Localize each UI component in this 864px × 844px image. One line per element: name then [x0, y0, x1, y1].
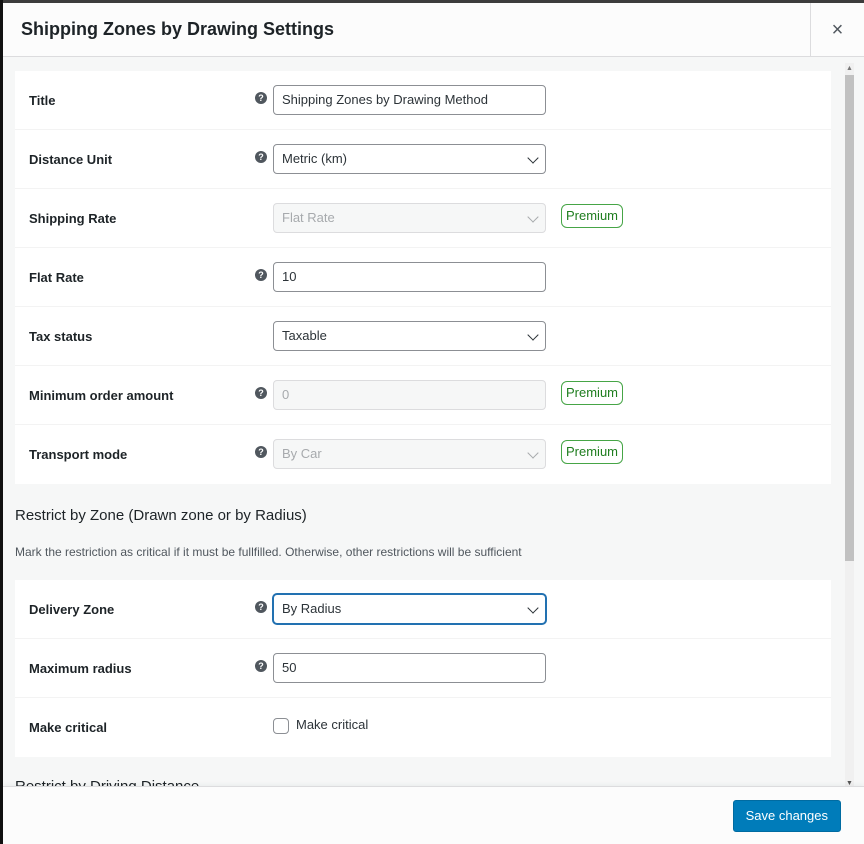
chevron-down-icon [527, 602, 539, 614]
transport-mode-value: By Car [282, 446, 322, 461]
settings-row: Minimum order amount? 0 Premium [15, 366, 831, 425]
tax-status-select[interactable]: Taxable [273, 321, 546, 351]
make-critical-checkbox-label[interactable]: Make critical [296, 717, 368, 732]
distance-unit-select[interactable]: Metric (km) [273, 144, 546, 174]
make-critical-label: Make critical [29, 720, 108, 735]
close-button[interactable]: × [810, 3, 864, 57]
help-icon[interactable]: ? [255, 269, 267, 281]
help-icon[interactable]: ? [255, 92, 267, 104]
minimum-order-amount-value: 0 [282, 387, 290, 402]
delivery-zone-select[interactable]: By Radius [273, 594, 546, 624]
zone-settings-table: Delivery Zone ? By Radius Maximum radius… [15, 580, 831, 757]
driving-distance-section-title: Restrict by Driving Distance [15, 778, 199, 786]
premium-badge[interactable]: Premium [561, 381, 624, 405]
title-value: Shipping Zones by Drawing Method [282, 92, 488, 107]
modal-title: Shipping Zones by Drawing Settings [21, 19, 335, 39]
help-icon[interactable]: ? [255, 151, 267, 163]
chevron-down-icon [527, 447, 539, 459]
settings-row: Transport mode? By Car Premium [15, 425, 831, 484]
maximum-radius-row: Maximum radius ? 50 [15, 639, 831, 698]
make-critical-row: Make critical Make critical [15, 698, 831, 757]
settings-row: Shipping Rate Flat Rate Premium [15, 189, 831, 248]
settings-row: Title? Shipping Zones by Drawing Method [15, 71, 831, 130]
maximum-radius-input[interactable]: 50 [273, 653, 546, 683]
chevron-down-icon [527, 329, 539, 341]
shipping-rate-label: Shipping Rate [29, 211, 117, 226]
chevron-down-icon [527, 152, 539, 164]
flat-rate-value: 10 [282, 269, 297, 284]
transport-mode-select[interactable]: By Car [273, 439, 546, 469]
zone-section-description: Mark the restriction as critical if it m… [15, 545, 522, 559]
help-icon[interactable]: ? [255, 601, 267, 613]
help-icon[interactable]: ? [255, 660, 267, 672]
tax-status-value: Taxable [282, 328, 327, 343]
premium-badge[interactable]: Premium [561, 204, 624, 228]
settings-row: Distance Unit? Metric (km) [15, 130, 831, 189]
settings-row: Tax status Taxable [15, 307, 831, 366]
maximum-radius-label: Maximum radius [29, 661, 132, 676]
modal-header: Shipping Zones by Drawing Settings × [3, 3, 864, 57]
modal-footer: Save changes [3, 786, 864, 844]
scroll-up-arrow-icon[interactable]: ▲ [845, 65, 854, 73]
help-icon[interactable]: ? [255, 387, 267, 399]
shipping-rate-value: Flat Rate [282, 210, 335, 225]
delivery-zone-row: Delivery Zone ? By Radius [15, 580, 831, 639]
maximum-radius-value: 50 [282, 660, 297, 675]
save-changes-button[interactable]: Save changes [732, 800, 841, 832]
content-scrollbar[interactable]: ▲ ▼ [845, 63, 854, 788]
zone-section-title: Restrict by Zone (Drawn zone or by Radiu… [15, 507, 307, 524]
title-label: Title [29, 93, 56, 108]
minimum-order-amount-label: Minimum order amount [29, 388, 174, 403]
delivery-zone-value: By Radius [282, 601, 342, 616]
transport-mode-label: Transport mode [29, 447, 128, 462]
distance-unit-value: Metric (km) [282, 151, 347, 166]
premium-badge[interactable]: Premium [561, 440, 624, 464]
tax-status-label: Tax status [29, 329, 93, 344]
help-icon[interactable]: ? [255, 446, 267, 458]
scroll-thumb[interactable] [845, 75, 854, 561]
modal-content: Title? Shipping Zones by Drawing Method … [3, 58, 864, 786]
minimum-order-amount-input[interactable]: 0 [273, 380, 546, 410]
flat-rate-label: Flat Rate [29, 270, 84, 285]
close-icon: × [831, 18, 844, 41]
settings-row: Flat Rate? 10 [15, 248, 831, 307]
general-settings-table: Title? Shipping Zones by Drawing Method … [15, 71, 831, 484]
flat-rate-input[interactable]: 10 [273, 262, 546, 292]
title-input[interactable]: Shipping Zones by Drawing Method [273, 85, 546, 115]
delivery-zone-label: Delivery Zone [29, 602, 115, 617]
shipping-rate-select[interactable]: Flat Rate [273, 203, 546, 233]
make-critical-checkbox[interactable] [273, 718, 289, 734]
settings-modal: Shipping Zones by Drawing Settings × Tit… [3, 3, 864, 844]
distance-unit-label: Distance Unit [29, 152, 113, 167]
chevron-down-icon [527, 211, 539, 223]
